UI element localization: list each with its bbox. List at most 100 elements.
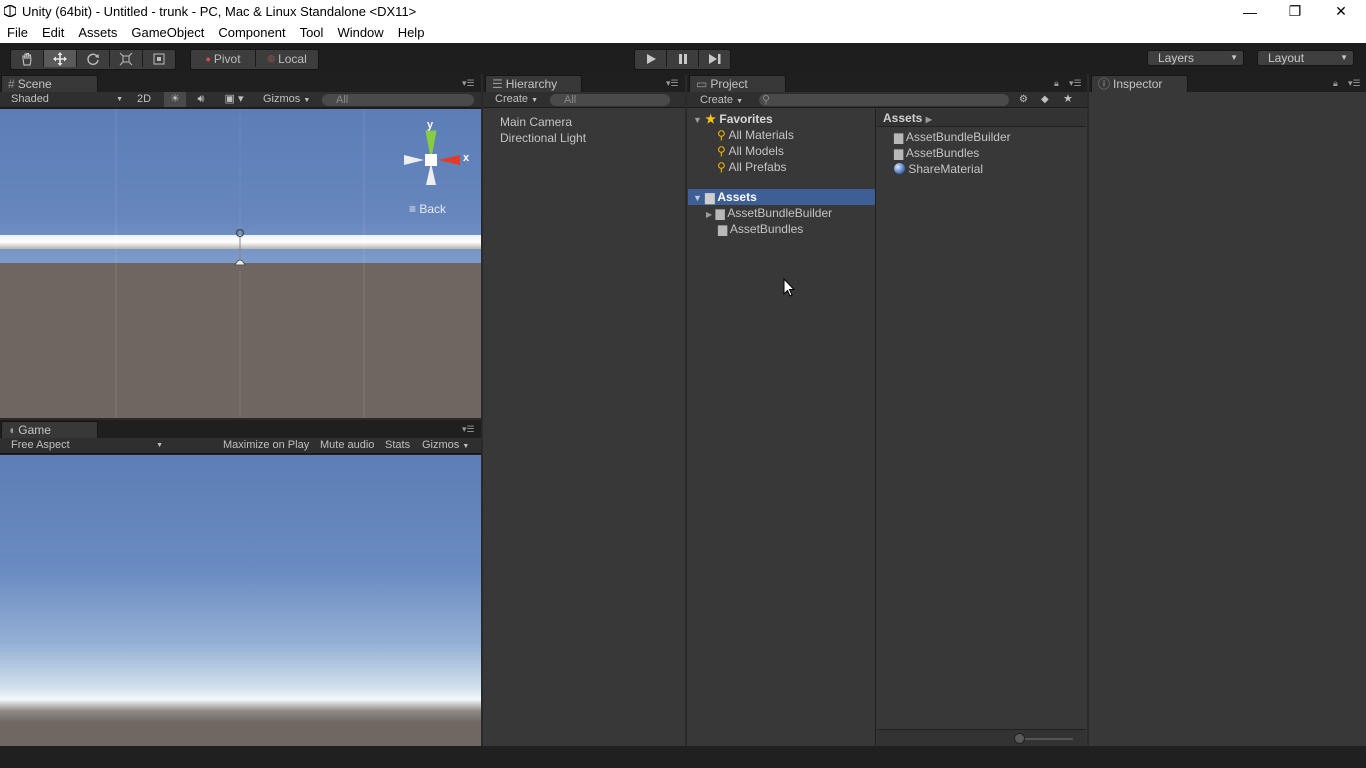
project-search-input[interactable]: ⚲	[759, 94, 1009, 106]
project-assets-view: Assets ▶ ▆ AssetBundleBuilder ▆ AssetBun…	[877, 109, 1087, 747]
scene-viewport[interactable]: y x ≡ Back	[0, 109, 481, 418]
folder-icon: ▆	[705, 190, 715, 204]
menu-tool[interactable]: Tool	[293, 23, 331, 43]
hand-icon[interactable]	[11, 50, 44, 67]
aspect-label: Free Aspect	[11, 439, 70, 451]
pause-button[interactable]	[667, 50, 699, 67]
filter-type-icon[interactable]: ⚙	[1019, 92, 1028, 107]
menu-gameobject[interactable]: GameObject	[124, 23, 211, 43]
dropdown-arrow-icon: ▼	[1340, 53, 1348, 62]
local-button[interactable]: ◍ Local	[256, 50, 318, 67]
close-button[interactable]: ✕	[1318, 0, 1364, 23]
layers-label: Layers	[1158, 51, 1195, 65]
asset-label: ShareMaterial	[908, 162, 984, 176]
stats-toggle[interactable]: Stats	[385, 438, 410, 453]
hierarchy-item[interactable]: Directional Light	[500, 130, 586, 146]
rect-icon[interactable]	[143, 50, 175, 67]
maximize-on-play-toggle[interactable]: Maximize on Play	[223, 438, 309, 453]
tab-hierarchy[interactable]: ☰ Hierarchy	[485, 75, 582, 92]
scene-search-input[interactable]: All	[322, 94, 474, 106]
asset-list-item[interactable]: ▆ AssetBundleBuilder	[894, 129, 1011, 145]
search-icon: ⚲	[762, 94, 771, 106]
hierarchy-control-bar: Create ▼ All	[483, 92, 685, 108]
hierarchy-create-button[interactable]: Create ▼	[495, 92, 538, 107]
favorites-header[interactable]: ▼ ★ Favorites	[693, 111, 773, 128]
favorite-item[interactable]: ⚲ All Models	[717, 143, 784, 159]
info-icon: ⓘ	[1098, 77, 1111, 91]
asset-list-item[interactable]: ShareMaterial	[894, 161, 983, 177]
audio-icon[interactable]: 🔊︎	[190, 92, 212, 107]
size-slider-handle[interactable]	[1014, 733, 1025, 744]
game-gizmos-dropdown[interactable]: Gizmos ▼	[422, 438, 469, 453]
favorite-item[interactable]: ⚲ All Prefabs	[717, 159, 787, 175]
project-tab-bar: ▭ Project 🔒︎ ▾☰	[687, 74, 1087, 92]
assets-root-label: ▼ ▆ Assets	[693, 189, 757, 206]
hierarchy-search-input[interactable]: All	[550, 94, 670, 106]
create-label: Create	[495, 93, 529, 105]
move-icon[interactable]	[44, 50, 77, 67]
project-panel: ▭ Project 🔒︎ ▾☰ Create ▼ ⚲ ⚙ ◆ ★ ▼ ★ Favo…	[687, 74, 1087, 747]
menu-assets[interactable]: Assets	[71, 23, 124, 43]
hierarchy-item[interactable]: Main Camera	[500, 114, 572, 130]
unity-logo-icon	[4, 5, 16, 17]
tab-project[interactable]: ▭ Project	[689, 75, 786, 92]
orientation-gizmo-icon[interactable]	[400, 119, 472, 191]
folder-tree-item[interactable]: ▆ AssetBundles	[718, 221, 803, 237]
shading-dropdown[interactable]: Shaded ▼	[11, 92, 123, 107]
expand-arrow-icon: ▼	[693, 193, 702, 203]
play-button[interactable]	[635, 50, 667, 67]
lighting-icon[interactable]: ☀	[164, 92, 186, 107]
panel-menu-icon[interactable]: ▾☰	[666, 78, 679, 89]
favorite-label: All Prefabs	[728, 160, 787, 174]
effects-icon[interactable]: ▣ ▾	[218, 92, 250, 107]
search-icon: ⚲	[717, 160, 726, 174]
pivot-button[interactable]: ● Pivot	[191, 50, 256, 67]
layout-dropdown[interactable]: Layout ▼	[1257, 50, 1354, 66]
step-button[interactable]	[699, 50, 730, 67]
grid-icon: #	[8, 77, 15, 91]
aspect-dropdown[interactable]: Free Aspect ▼	[11, 438, 163, 453]
scale-icon[interactable]	[110, 50, 143, 67]
project-create-button[interactable]: Create ▼	[700, 93, 743, 108]
view-back-label[interactable]: ≡ Back	[409, 202, 446, 216]
menu-component[interactable]: Component	[211, 23, 292, 43]
filter-label-icon[interactable]: ◆	[1041, 92, 1049, 107]
asset-list-item[interactable]: ▆ AssetBundles	[894, 145, 979, 161]
menu-edit[interactable]: Edit	[35, 23, 71, 43]
menu-help[interactable]: Help	[391, 23, 432, 43]
tab-scene[interactable]: # Scene	[1, 75, 98, 92]
menu-window[interactable]: Window	[330, 23, 390, 43]
assets-root-selected[interactable]: ▼ ▆ Assets	[688, 189, 875, 205]
project-tab-label: Project	[710, 77, 748, 91]
favorite-label: All Models	[728, 144, 784, 158]
favorite-star-icon[interactable]: ★	[1063, 92, 1073, 107]
game-viewport[interactable]	[0, 455, 481, 746]
favorite-item[interactable]: ⚲ All Materials	[717, 127, 794, 143]
tab-game[interactable]: ◖ Game	[1, 421, 98, 438]
assets-label: Assets	[717, 190, 757, 204]
scene-panel: # Scene ▾☰ Shaded ▼ 2D ☀ 🔊︎ ▣ ▾ Gizmos ▼ A…	[0, 74, 481, 418]
menu-bar: File Edit Assets GameObject Component To…	[0, 23, 1366, 43]
lock-icon[interactable]: 🔒︎	[1054, 78, 1059, 89]
2d-toggle[interactable]: 2D	[131, 92, 157, 107]
breadcrumb-assets[interactable]: Assets ▶	[883, 110, 932, 128]
restore-button[interactable]: ❐	[1272, 0, 1318, 23]
chevron-right-icon: ▶	[925, 115, 932, 124]
panel-menu-icon[interactable]: ▾☰	[462, 78, 475, 89]
mute-audio-toggle[interactable]: Mute audio	[320, 438, 374, 453]
panel-menu-icon[interactable]: ▾☰	[1069, 78, 1082, 89]
layers-dropdown[interactable]: Layers ▼	[1147, 50, 1244, 66]
mouse-cursor-icon	[783, 278, 796, 297]
create-label: Create	[700, 94, 734, 106]
lock-icon[interactable]: 🔒︎	[1333, 78, 1338, 89]
menu-file[interactable]: File	[0, 23, 35, 43]
panel-menu-icon[interactable]: ▾☰	[462, 424, 475, 435]
minimize-button[interactable]: —	[1227, 0, 1273, 23]
panel-menu-icon[interactable]: ▾☰	[1348, 78, 1361, 89]
rotate-icon[interactable]	[77, 50, 110, 67]
scene-gizmos-dropdown[interactable]: Gizmos ▼	[263, 92, 313, 107]
pivot-label: Pivot	[213, 51, 241, 66]
tab-inspector[interactable]: ⓘ Inspector	[1091, 75, 1188, 92]
game-control-bar: Free Aspect ▼ Maximize on Play Mute audio…	[0, 438, 481, 454]
status-bar	[0, 746, 1366, 768]
